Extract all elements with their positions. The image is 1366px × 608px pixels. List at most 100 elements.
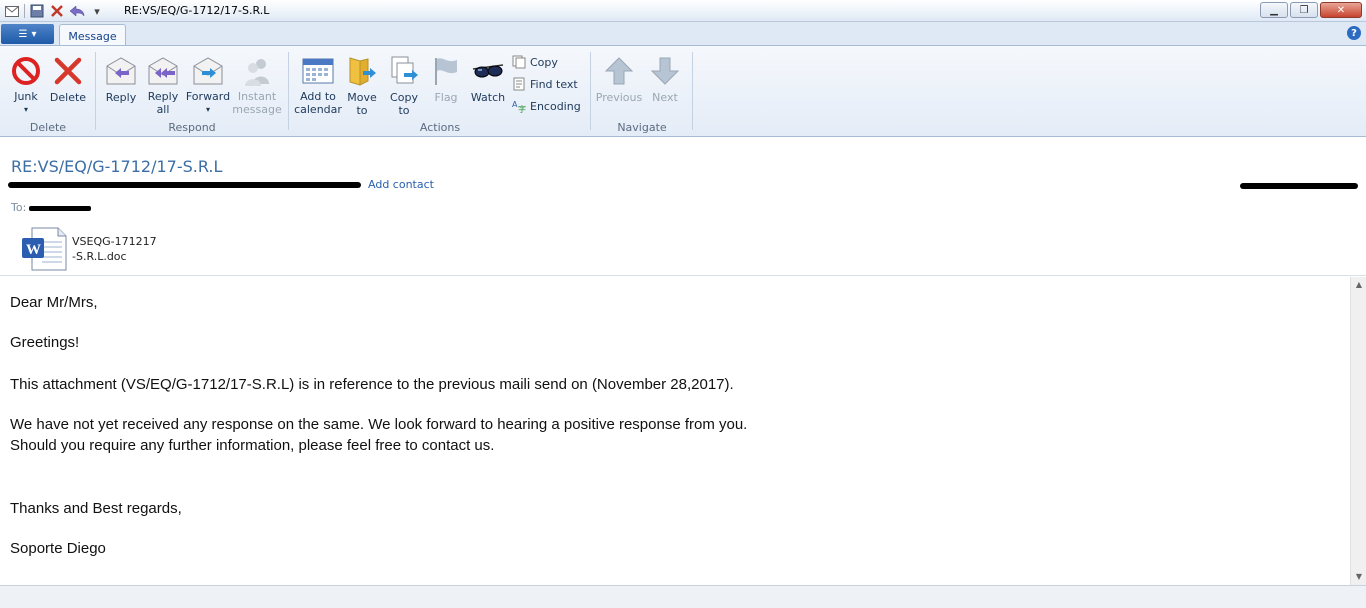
next-label: Next (652, 91, 678, 104)
move-to-label: Move to (347, 91, 377, 117)
add-to-calendar-label: Add to calendar (294, 90, 342, 116)
save-icon[interactable] (29, 3, 45, 19)
chevron-down-icon[interactable]: ▾ (89, 3, 105, 19)
junk-button[interactable]: Junk ▾ (4, 52, 48, 116)
date-redacted (1240, 183, 1358, 189)
vertical-scrollbar[interactable]: ▲ ▼ (1350, 277, 1366, 585)
junk-icon (10, 55, 42, 86)
body-line: Should you require any further informati… (10, 437, 495, 454)
reply-button[interactable]: Reply (99, 52, 143, 116)
group-divider (288, 52, 289, 130)
chevron-down-icon: ▾ (31, 28, 37, 40)
move-to-button[interactable]: Move to (340, 52, 384, 117)
quick-access-toolbar: ▾ (4, 3, 105, 19)
body-line: Dear Mr/Mrs, (10, 294, 98, 311)
to-label: To: (11, 201, 27, 214)
find-text-icon (512, 77, 526, 91)
copy-to-button[interactable]: Copy to (382, 52, 426, 117)
scroll-up-icon[interactable]: ▲ (1354, 280, 1364, 290)
forward-icon (192, 55, 224, 86)
attachment[interactable]: W VSEQG-171217 -S.R.L.doc (20, 226, 157, 272)
message-header: RE:VS/EQ/G-1712/17-S.R.L Add contact To:… (0, 138, 1366, 276)
encoding-icon: A字 (512, 99, 526, 113)
body-line: We have not yet received any response on… (10, 416, 748, 433)
add-to-calendar-button[interactable]: Add to calendar (294, 52, 342, 116)
forward-button[interactable]: Forward ▾ (186, 52, 230, 116)
instant-message-label: Instant message (232, 90, 282, 116)
flag-button[interactable]: Flag (424, 52, 468, 116)
body-line: Thanks and Best regards, (10, 500, 182, 517)
calendar-icon (302, 55, 334, 86)
up-arrow-icon (603, 55, 635, 87)
chevron-down-icon: ▾ (23, 105, 28, 114)
word-document-icon: W (20, 226, 68, 272)
previous-label: Previous (595, 91, 643, 104)
message-body: Dear Mr/Mrs, Greetings! This attachment … (0, 277, 1350, 585)
help-icon[interactable]: ? (1347, 26, 1361, 40)
body-line: This attachment (VS/EQ/G-1712/17-S.R.L) … (10, 376, 734, 393)
group-divider (692, 52, 693, 130)
app-menu-button[interactable]: ☰ ▾ (1, 24, 54, 44)
delete-button[interactable]: Delete (46, 52, 90, 116)
window-title: RE:VS/EQ/G-1712/17-S.R.L (124, 4, 270, 17)
menu-icon: ☰ (18, 28, 28, 40)
reply-all-icon (147, 55, 179, 86)
instant-message-button[interactable]: Instant message (232, 52, 282, 116)
scroll-down-icon[interactable]: ▼ (1354, 572, 1364, 582)
toolbar-divider (24, 4, 25, 18)
reply-all-label: Reply all (147, 90, 179, 116)
delete-icon[interactable] (49, 3, 65, 19)
watch-label: Watch (470, 91, 506, 104)
next-button[interactable]: Next (643, 52, 687, 116)
delete-group: Junk ▾ Delete Delete (0, 50, 96, 136)
encoding-label: Encoding (530, 99, 581, 113)
copy-label: Copy (530, 55, 558, 69)
reply-label: Reply (105, 91, 137, 104)
close-button[interactable]: ✕ (1320, 2, 1362, 18)
status-bar (0, 585, 1366, 608)
watch-button[interactable]: Watch (466, 52, 510, 116)
junk-label: Junk (14, 90, 38, 103)
encoding-button[interactable]: A字 Encoding (512, 97, 581, 115)
actions-group: Add to calendar Move to Copy to Flag Watch (290, 50, 590, 136)
sender-redacted (8, 182, 361, 188)
glasses-icon (472, 55, 504, 87)
chevron-down-icon: ▾ (205, 105, 210, 114)
group-label-navigate: Navigate (617, 121, 667, 134)
svg-text:字: 字 (518, 104, 526, 113)
ribbon: Junk ▾ Delete Delete Reply Reply all For… (0, 45, 1366, 137)
add-contact-link[interactable]: Add contact (368, 178, 434, 191)
down-arrow-icon (649, 55, 681, 87)
attachment-name: VSEQG-171217 -S.R.L.doc (72, 235, 157, 263)
mail-icon[interactable] (4, 3, 20, 19)
copy-to-icon (388, 55, 420, 87)
flag-icon (430, 55, 462, 87)
copy-button[interactable]: Copy (512, 53, 558, 71)
copy-icon (512, 55, 526, 69)
group-divider (590, 52, 591, 130)
move-folder-icon (346, 55, 378, 87)
reply-icon (105, 55, 137, 87)
flag-label: Flag (434, 91, 458, 104)
instant-message-icon (241, 55, 273, 86)
respond-group: Reply Reply all Forward ▾ Instant message … (97, 50, 287, 136)
recipients-redacted (29, 206, 91, 211)
title-bar: ▾ RE:VS/EQ/G-1712/17-S.R.L ▁ ❐ ✕ (0, 0, 1366, 22)
body-line: Greetings! (10, 334, 80, 351)
maximize-button[interactable]: ❐ (1290, 2, 1318, 18)
minimize-button[interactable]: ▁ (1260, 2, 1288, 18)
tab-message[interactable]: Message (59, 24, 126, 47)
find-text-button[interactable]: Find text (512, 75, 578, 93)
group-divider (95, 52, 96, 130)
svg-text:W: W (26, 242, 41, 258)
previous-button[interactable]: Previous (596, 52, 642, 116)
group-label-delete: Delete (29, 121, 67, 134)
window-controls: ▁ ❐ ✕ (1260, 2, 1362, 18)
group-label-actions: Actions (419, 121, 461, 134)
body-line: Soporte Diego (10, 540, 106, 557)
find-text-label: Find text (530, 77, 578, 91)
delete-label: Delete (49, 91, 87, 104)
reply-icon[interactable] (69, 3, 85, 19)
reply-all-button[interactable]: Reply all (141, 52, 185, 116)
navigate-group: Previous Next Navigate (592, 50, 692, 136)
